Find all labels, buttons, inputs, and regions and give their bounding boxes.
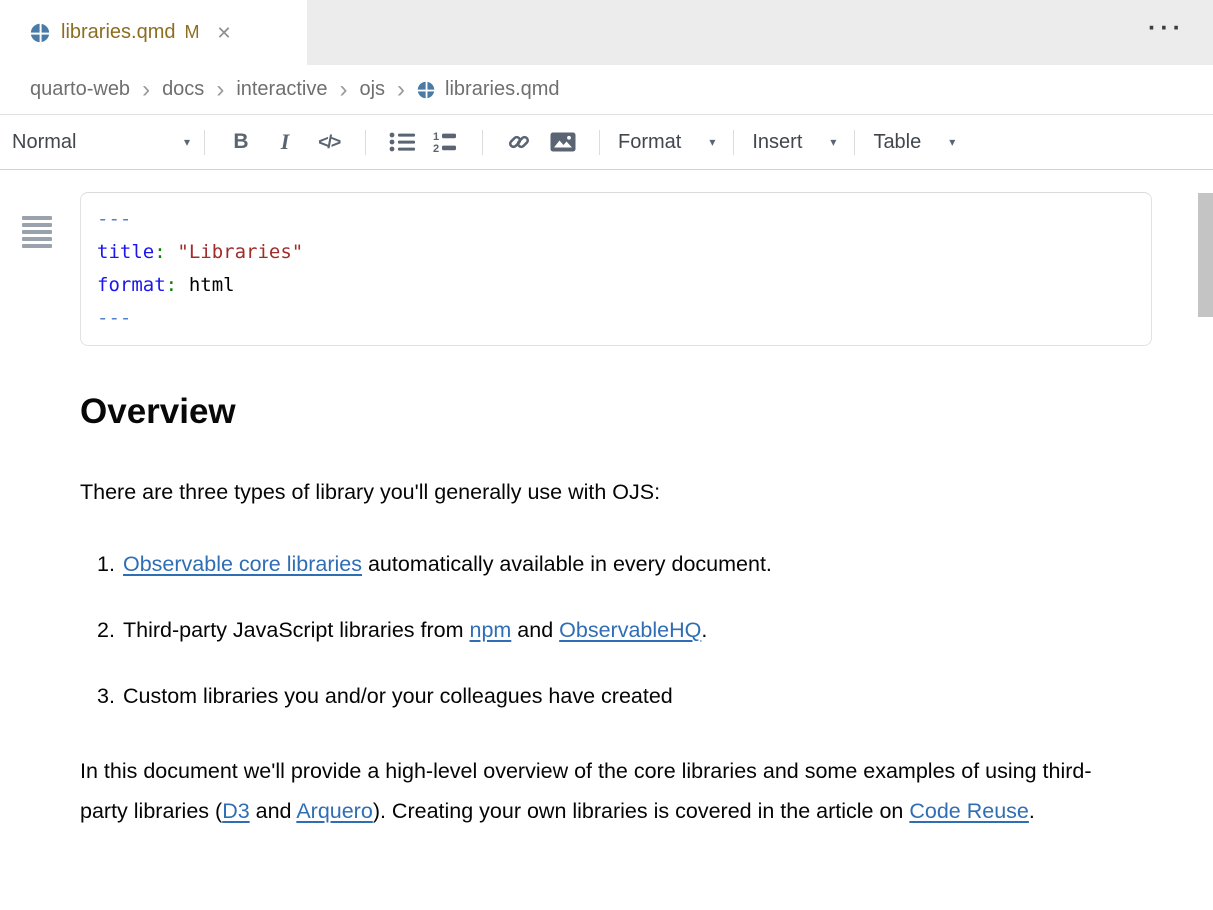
editor-canvas[interactable]: --- title:"Libraries" format:html --- Ov…	[0, 192, 1213, 910]
chevron-down-icon: ▾	[949, 136, 955, 148]
breadcrumb-item-docs[interactable]: docs	[162, 78, 204, 101]
chevron-down-icon: ▾	[184, 136, 190, 148]
numbered-list: 1. Observable core libraries automatical…	[97, 549, 1153, 711]
editor-window: libraries.qmd M ✕ ··· quarto-web › docs …	[0, 0, 1213, 910]
list-item-marker: 1.	[97, 549, 123, 579]
npm-link[interactable]: npm	[469, 618, 511, 642]
list-item-marker: 3.	[97, 681, 123, 711]
toolbar-divider	[365, 130, 366, 155]
chevron-right-icon: ›	[216, 78, 224, 102]
insert-menu[interactable]: Insert ▾	[752, 131, 836, 154]
intro-paragraph: There are three types of library you'll …	[80, 477, 1153, 507]
observable-core-libraries-link[interactable]: Observable core libraries	[123, 552, 362, 576]
chevron-down-icon: ▾	[709, 136, 715, 148]
chevron-right-icon: ›	[339, 78, 347, 102]
modified-badge: M	[184, 22, 199, 43]
table-menu[interactable]: Table ▾	[873, 131, 955, 154]
arquero-link[interactable]: Arquero	[296, 799, 373, 823]
quarto-file-icon	[30, 23, 50, 43]
bulleted-list-button[interactable]	[380, 122, 424, 162]
section-heading: Overview	[80, 392, 1153, 432]
list-item: 1. Observable core libraries automatical…	[97, 549, 1153, 579]
list-item: 3. Custom libraries you and/or your coll…	[97, 681, 1153, 711]
quarto-file-icon	[417, 81, 435, 99]
insert-menu-label: Insert	[752, 131, 802, 154]
chevron-right-icon: ›	[397, 78, 405, 102]
image-icon	[550, 130, 576, 154]
paragraph-style-value: Normal	[12, 131, 76, 154]
chevron-down-icon: ▾	[830, 136, 836, 148]
block-drag-handle-icon[interactable]	[22, 216, 52, 251]
breadcrumb-item-quarto-web[interactable]: quarto-web	[30, 78, 130, 101]
yaml-entry-title: title:"Libraries"	[97, 236, 1135, 269]
yaml-metadata-block[interactable]: --- title:"Libraries" format:html ---	[80, 192, 1152, 346]
svg-text:1: 1	[433, 131, 439, 143]
list-item-text: Custom libraries you and/or your colleag…	[123, 681, 673, 711]
list-item-marker: 2.	[97, 615, 123, 645]
list-item-text: Observable core libraries automatically …	[123, 549, 772, 579]
insert-link-button[interactable]	[497, 122, 541, 162]
yaml-close-delimiter: ---	[97, 302, 1135, 335]
svg-text:2: 2	[433, 143, 439, 154]
list-item-text: Third-party JavaScript libraries from np…	[123, 615, 707, 645]
observablehq-link[interactable]: ObservableHQ	[559, 618, 701, 642]
tab-label: libraries.qmd	[61, 21, 175, 44]
yaml-open-delimiter: ---	[97, 203, 1135, 236]
format-menu[interactable]: Format ▾	[618, 131, 715, 154]
list-item: 2. Third-party JavaScript libraries from…	[97, 615, 1153, 645]
insert-image-button[interactable]	[541, 122, 585, 162]
breadcrumb: quarto-web › docs › interactive › ojs › …	[0, 65, 1213, 115]
breadcrumb-file-label: libraries.qmd	[445, 78, 559, 101]
yaml-entry-format: format:html	[97, 269, 1135, 302]
toolbar-divider	[482, 130, 483, 155]
close-tab-icon[interactable]: ✕	[216, 24, 231, 42]
formatting-toolbar: Normal ▾ B I </> 1 2	[0, 115, 1213, 170]
toolbar-divider	[204, 130, 205, 155]
bold-button[interactable]: B	[219, 122, 263, 162]
table-menu-label: Table	[873, 131, 921, 154]
bulleted-list-icon	[389, 130, 415, 154]
tab-libraries-qmd[interactable]: libraries.qmd M ✕	[0, 0, 307, 65]
scrollbar-thumb[interactable]	[1198, 193, 1213, 317]
paragraph-style-select[interactable]: Normal ▾	[12, 131, 190, 154]
numbered-list-icon: 1 2	[433, 130, 459, 154]
toolbar-divider	[733, 130, 734, 155]
toolbar-divider	[599, 130, 600, 155]
toolbar-divider	[854, 130, 855, 155]
more-actions-icon[interactable]: ···	[1148, 16, 1185, 41]
code-button[interactable]: </>	[307, 122, 351, 162]
breadcrumb-item-file[interactable]: libraries.qmd	[417, 78, 559, 101]
tab-bar: libraries.qmd M ✕ ···	[0, 0, 1213, 65]
d3-link[interactable]: D3	[222, 799, 249, 823]
italic-button[interactable]: I	[263, 122, 307, 162]
closing-paragraph: In this document we'll provide a high-le…	[80, 751, 1092, 831]
numbered-list-button[interactable]: 1 2	[424, 122, 468, 162]
chevron-right-icon: ›	[142, 78, 150, 102]
breadcrumb-item-ojs[interactable]: ojs	[359, 78, 385, 101]
breadcrumb-item-interactive[interactable]: interactive	[236, 78, 327, 101]
link-icon	[506, 130, 532, 154]
code-reuse-link[interactable]: Code Reuse	[909, 799, 1029, 823]
format-menu-label: Format	[618, 131, 681, 154]
